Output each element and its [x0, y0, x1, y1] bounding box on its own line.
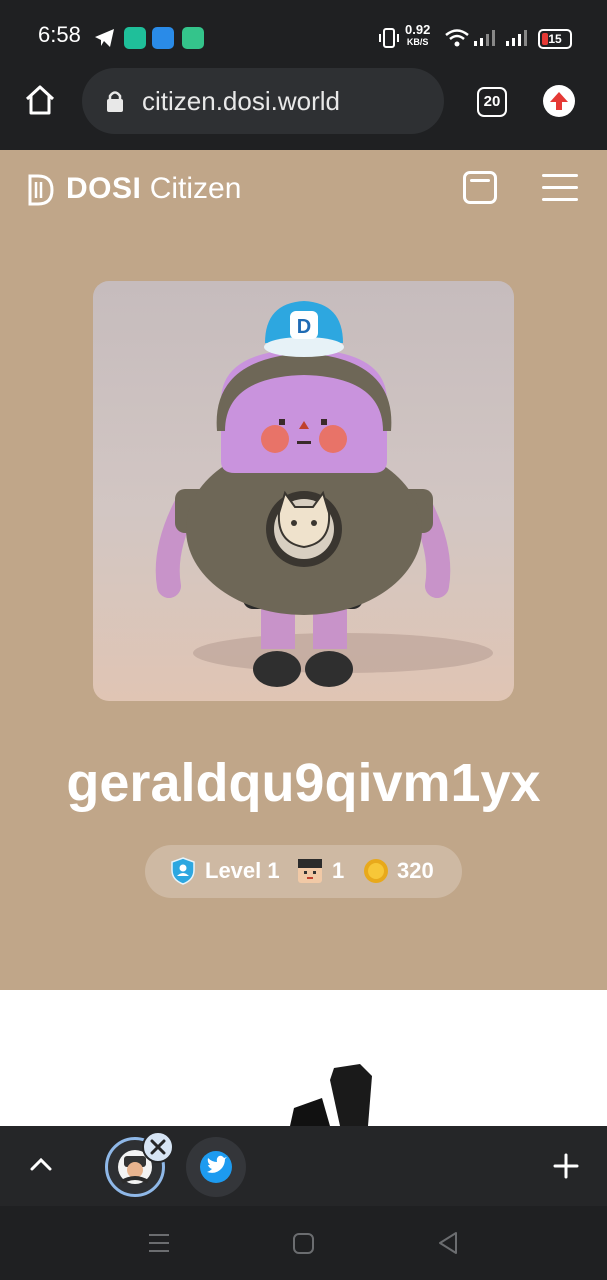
brand-bold: DOSI: [66, 172, 142, 205]
signal-icon: [474, 30, 495, 46]
level-label: Level 1: [205, 858, 280, 883]
back-icon[interactable]: [436, 1231, 460, 1255]
3d-object-image: [290, 1064, 372, 1126]
battery-icon: 15: [538, 29, 572, 49]
citizen-count: 1: [332, 858, 345, 883]
status-time: 6:58: [38, 22, 81, 47]
recents-icon[interactable]: [147, 1232, 171, 1254]
coin-icon: [364, 859, 388, 883]
wallet-icon[interactable]: [463, 171, 497, 204]
lock-icon: [107, 91, 123, 112]
twitter-tab[interactable]: [186, 1137, 246, 1197]
url-text[interactable]: citizen.dosi.world: [142, 86, 340, 117]
username: geraldqu9qivm1yx: [66, 753, 541, 813]
signal-icon: [506, 30, 527, 46]
home-nav-icon[interactable]: [292, 1232, 316, 1256]
app-icon: [182, 27, 204, 49]
close-icon[interactable]: [142, 1131, 174, 1163]
points-value: 320: [397, 858, 434, 883]
battery-level: 15: [548, 32, 562, 46]
avatar-cap-letter: D: [297, 316, 311, 338]
twitter-icon: [200, 1151, 232, 1183]
app-icon: [152, 27, 174, 49]
dosi-logo-icon: [28, 174, 54, 206]
brand-light: Citizen: [149, 172, 242, 205]
citizen-avatar-icon: [298, 859, 322, 883]
wifi-icon: [445, 29, 469, 47]
content-section: [0, 990, 607, 1126]
home-icon[interactable]: [24, 84, 56, 116]
tabs-icon[interactable]: 20: [477, 87, 507, 117]
chevron-up-icon[interactable]: [28, 1154, 54, 1174]
net-speed: 0.92 KB/S: [405, 22, 431, 48]
brand-title[interactable]: DOSI Citizen: [66, 172, 241, 206]
level-shield-icon: [171, 857, 195, 885]
vibrate-icon: [379, 28, 399, 48]
app-icon: [124, 27, 146, 49]
menu-icon[interactable]: [542, 174, 578, 202]
plus-icon[interactable]: [552, 1152, 580, 1180]
telegram-icon: [95, 29, 114, 47]
net-speed-value: 0.92: [405, 22, 431, 37]
update-icon[interactable]: [543, 85, 575, 117]
tab-strip: [0, 1126, 607, 1206]
net-speed-unit: KB/S: [406, 37, 429, 47]
avatar-image: D: [93, 281, 514, 701]
